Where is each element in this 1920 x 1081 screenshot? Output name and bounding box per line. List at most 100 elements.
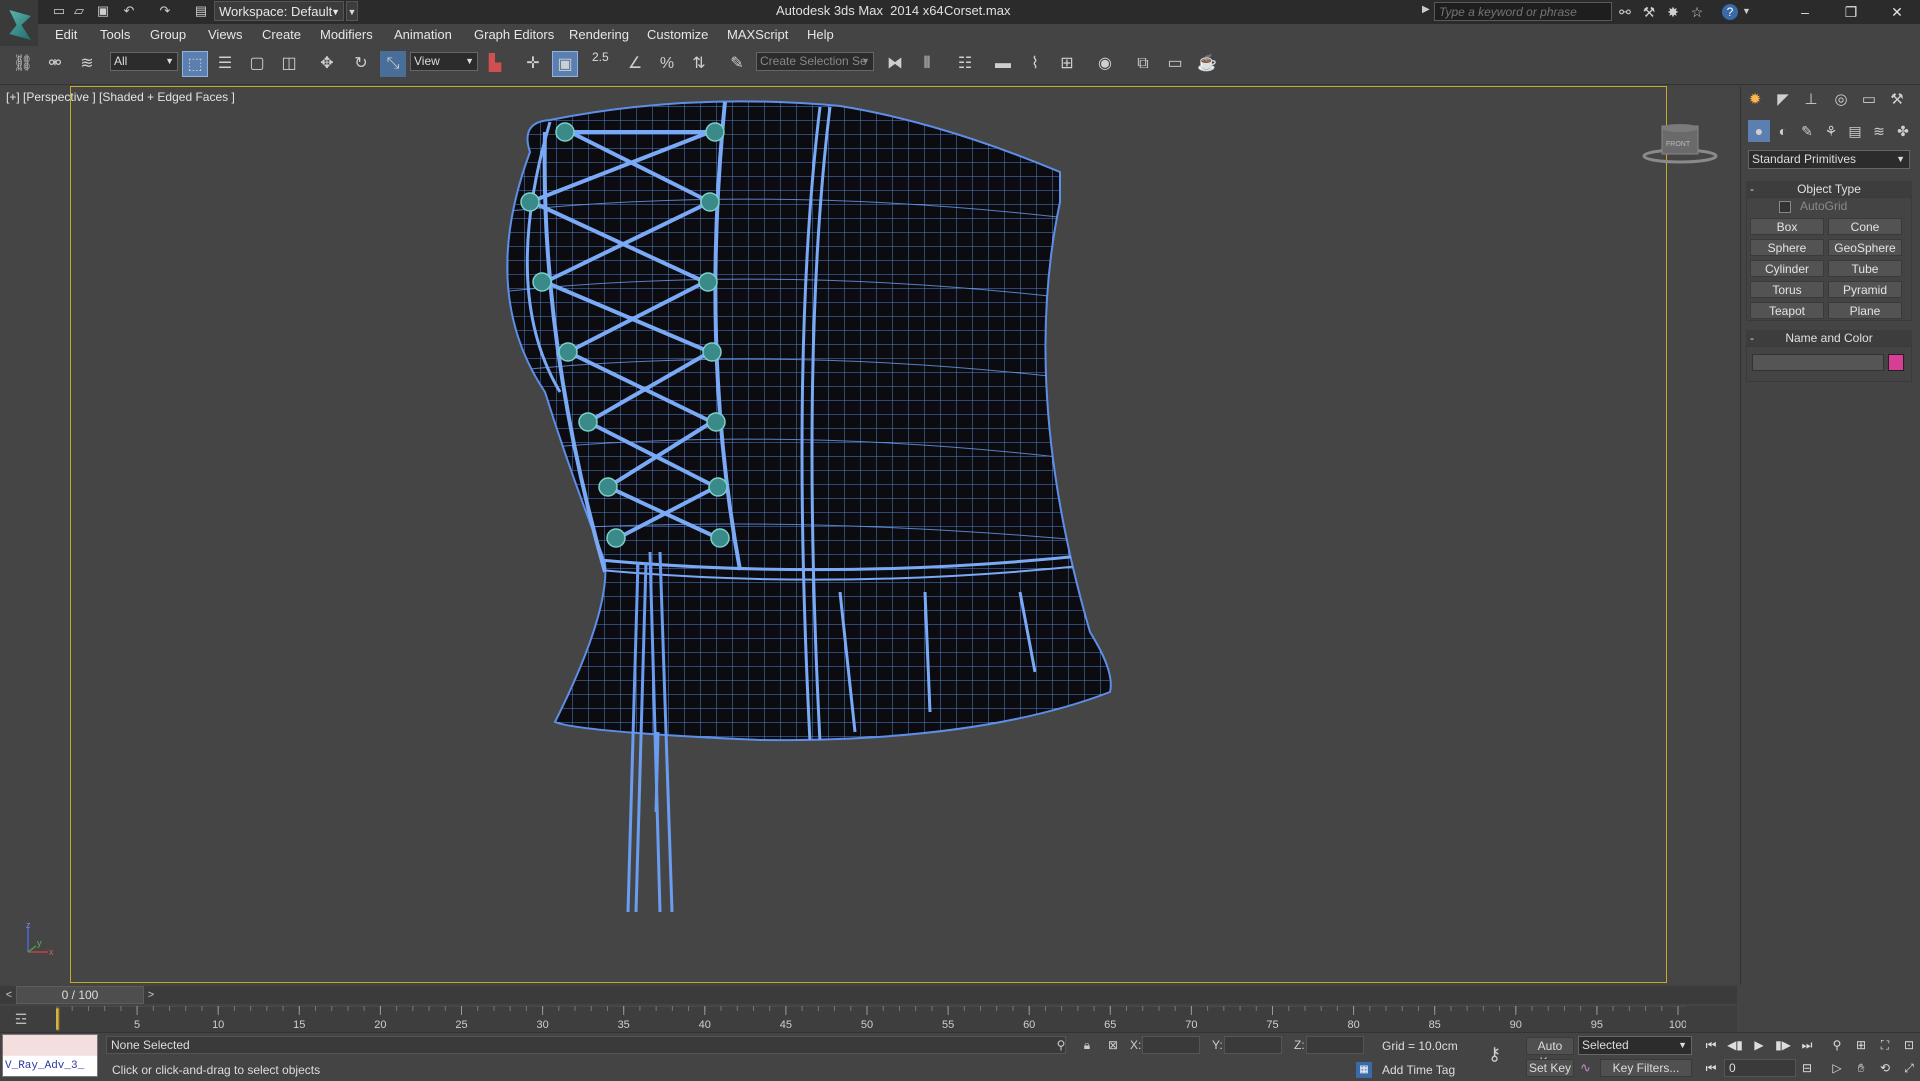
- spinner-snap-icon[interactable]: ⇅: [686, 51, 712, 77]
- object-color-swatch[interactable]: [1888, 354, 1904, 371]
- menu-tools[interactable]: Tools: [100, 27, 130, 42]
- manipulate-icon[interactable]: ✛: [520, 51, 546, 77]
- menu-modifiers[interactable]: Modifiers: [320, 27, 373, 42]
- undo-icon[interactable]: ↶: [120, 2, 138, 20]
- help-icon[interactable]: ?: [1722, 4, 1738, 20]
- pivot-center-icon[interactable]: ▙: [482, 51, 508, 77]
- viewcube[interactable]: FRONT: [1640, 118, 1720, 168]
- key-mode-dropdown[interactable]: Selected ▼: [1578, 1036, 1692, 1055]
- render-setup-icon[interactable]: ⧉: [1130, 51, 1156, 77]
- bind-space-warp-icon[interactable]: ≋: [74, 51, 100, 77]
- render-production-icon[interactable]: ☕: [1194, 51, 1220, 77]
- z-coord-field[interactable]: [1306, 1036, 1364, 1054]
- geometry-icon[interactable]: ●: [1748, 120, 1770, 142]
- name-and-color-rollout-header[interactable]: - Name and Color: [1746, 330, 1912, 346]
- time-tag-icon[interactable]: ▦: [1356, 1062, 1372, 1078]
- absolute-mode-icon[interactable]: ⊠: [1104, 1036, 1122, 1054]
- new-icon[interactable]: ▭: [50, 2, 68, 20]
- box-button[interactable]: Box: [1750, 218, 1824, 235]
- utilities-tab-icon[interactable]: ⚒: [1886, 89, 1908, 111]
- zoom-all-icon[interactable]: ⊞: [1850, 1035, 1872, 1055]
- close-button[interactable]: ✕: [1874, 0, 1920, 24]
- pyramid-button[interactable]: Pyramid: [1828, 281, 1902, 298]
- menu-animation[interactable]: Animation: [394, 27, 452, 42]
- edit-named-selection-icon[interactable]: ✎: [724, 51, 750, 77]
- next-frame-icon[interactable]: ▮▶: [1772, 1036, 1794, 1054]
- angle-snap-icon[interactable]: ∠: [622, 51, 648, 77]
- menu-group[interactable]: Group: [150, 27, 186, 42]
- cylinder-button[interactable]: Cylinder: [1750, 260, 1824, 277]
- select-by-name-icon[interactable]: ☰: [212, 51, 238, 77]
- sphere-button[interactable]: Sphere: [1750, 239, 1824, 256]
- create-tab-icon[interactable]: ✹: [1744, 89, 1766, 111]
- menu-edit[interactable]: Edit: [55, 27, 77, 42]
- app-logo-icon[interactable]: [0, 0, 38, 50]
- go-to-end-icon[interactable]: ⏭: [1796, 1036, 1818, 1054]
- graphite-ribbon-icon[interactable]: ▬: [990, 51, 1016, 77]
- curve-editor-icon[interactable]: ⌇: [1022, 51, 1048, 77]
- align-icon[interactable]: ⫴: [914, 51, 940, 77]
- restore-button[interactable]: ❐: [1828, 0, 1874, 24]
- add-time-tag[interactable]: Add Time Tag: [1382, 1063, 1455, 1077]
- communication-icon[interactable]: ✸: [1664, 3, 1682, 21]
- mini-curve-editor-icon[interactable]: ☲: [8, 1008, 34, 1030]
- select-and-scale-icon[interactable]: ⤡: [380, 51, 406, 77]
- object-type-rollout-header[interactable]: - Object Type: [1746, 181, 1912, 197]
- time-slider[interactable]: [0, 986, 1737, 1004]
- zoom-extents-icon[interactable]: ⛶: [1874, 1035, 1896, 1055]
- select-object-icon[interactable]: ⬚: [182, 51, 208, 77]
- display-tab-icon[interactable]: ▭: [1858, 89, 1880, 111]
- primitive-category-dropdown[interactable]: Standard Primitives ▼: [1748, 150, 1910, 169]
- open-icon[interactable]: ▱: [70, 2, 88, 20]
- percent-snap-icon[interactable]: %: [654, 51, 680, 77]
- maxscript-listener-top[interactable]: [3, 1035, 97, 1055]
- menu-help[interactable]: Help: [807, 27, 834, 42]
- workspace-extra-dropdown[interactable]: ▼: [346, 1, 358, 21]
- snap-toggle-label[interactable]: 2.5: [592, 50, 609, 64]
- menu-maxscript[interactable]: MAXScript: [727, 27, 788, 42]
- x-coord-field[interactable]: [1142, 1036, 1200, 1054]
- time-configuration-icon[interactable]: ⊟: [1796, 1059, 1818, 1077]
- zoom-extents-all-icon[interactable]: ⊡: [1898, 1035, 1920, 1055]
- menu-graph-editors[interactable]: Graph Editors: [474, 27, 554, 42]
- selection-lock-icon[interactable]: 🔒︎: [1078, 1036, 1096, 1054]
- time-slider-prev-button[interactable]: <: [2, 986, 16, 1004]
- previous-frame-icon[interactable]: ◀▮: [1724, 1036, 1746, 1054]
- helpers-icon[interactable]: ▤: [1844, 120, 1866, 142]
- set-key-button[interactable]: Set Key: [1526, 1059, 1574, 1077]
- binoculars-icon[interactable]: ⚯: [1616, 3, 1634, 21]
- play-icon[interactable]: ▶: [1748, 1036, 1770, 1054]
- maximize-viewport-icon[interactable]: ⤢: [1898, 1058, 1920, 1078]
- y-coord-field[interactable]: [1224, 1036, 1282, 1054]
- hierarchy-tab-icon[interactable]: ⊥: [1800, 89, 1822, 111]
- auto-key-button[interactable]: Auto Key: [1526, 1037, 1574, 1069]
- maxscript-listener-bottom[interactable]: V_Ray_Adv_3_: [3, 1056, 97, 1076]
- menu-create[interactable]: Create: [262, 27, 301, 42]
- corset-model[interactable]: [460, 92, 1280, 982]
- rectangular-selection-icon[interactable]: ▢: [244, 51, 270, 77]
- rendered-frame-window-icon[interactable]: ▭: [1162, 51, 1188, 77]
- redo-icon[interactable]: ↷: [156, 2, 174, 20]
- search-tools-icon[interactable]: ⚒: [1640, 3, 1658, 21]
- cone-button[interactable]: Cone: [1828, 218, 1902, 235]
- window-crossing-icon[interactable]: ◫: [276, 51, 302, 77]
- orbit-icon[interactable]: ⟲: [1874, 1058, 1896, 1078]
- project-folder-icon[interactable]: ▤: [192, 2, 210, 20]
- selection-filter-dropdown[interactable]: All ▼: [110, 52, 178, 71]
- layer-manager-icon[interactable]: ☷: [952, 51, 978, 77]
- go-to-start-icon[interactable]: ⏮: [1700, 1036, 1722, 1054]
- key-mode-toggle-icon[interactable]: ⏮: [1700, 1059, 1722, 1077]
- menu-views[interactable]: Views: [208, 27, 242, 42]
- help-dropdown-icon[interactable]: ▼: [1742, 6, 1751, 16]
- isolate-selection-icon[interactable]: ⚲: [1052, 1036, 1070, 1054]
- geosphere-button[interactable]: GeoSphere: [1828, 239, 1902, 256]
- schematic-view-icon[interactable]: ⊞: [1054, 51, 1080, 77]
- workspace-dropdown[interactable]: Workspace: Default ▼: [214, 1, 344, 21]
- expand-arrow-icon[interactable]: ▶: [1422, 4, 1430, 15]
- modify-tab-icon[interactable]: ◤: [1772, 89, 1794, 111]
- object-name-field[interactable]: [1752, 354, 1884, 371]
- material-editor-icon[interactable]: ◉: [1092, 51, 1118, 77]
- key-icon[interactable]: ⚷: [1488, 1044, 1501, 1065]
- torus-button[interactable]: Torus: [1750, 281, 1824, 298]
- current-frame-field[interactable]: 0: [1724, 1059, 1796, 1077]
